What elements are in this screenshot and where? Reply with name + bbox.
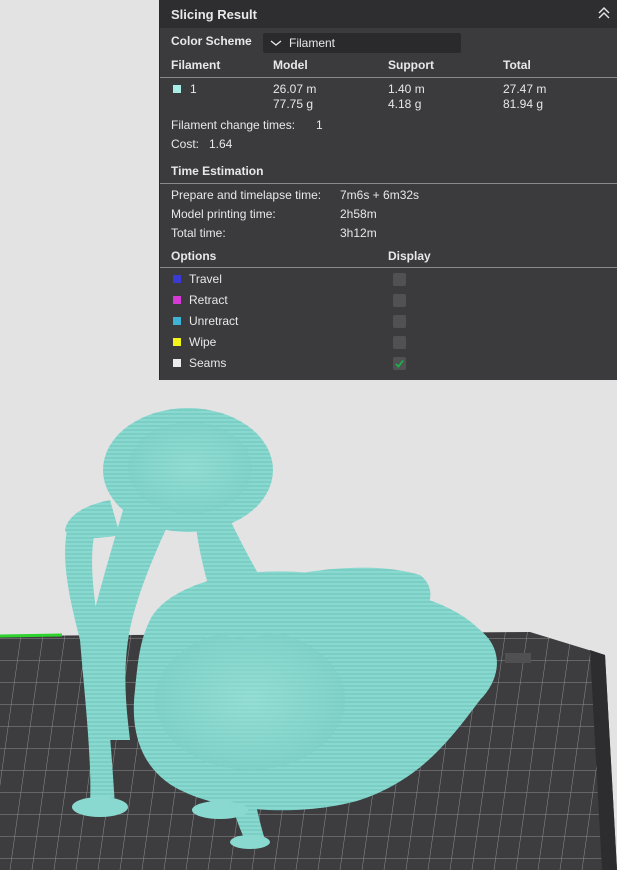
cost-label: Cost: xyxy=(171,137,200,151)
options-divider xyxy=(160,267,617,268)
total-time-value: 3h12m xyxy=(340,226,377,240)
option-label-wipe: Wipe xyxy=(189,335,217,349)
total-weight: 81.94 g xyxy=(503,97,544,111)
color-scheme-value: Filament xyxy=(289,36,336,50)
collapse-icon[interactable] xyxy=(597,6,611,20)
option-label-retract: Retract xyxy=(189,293,228,307)
cost-value: 1.64 xyxy=(209,137,233,151)
option-label-unretract: Unretract xyxy=(189,314,239,328)
time-divider xyxy=(160,183,617,184)
option-color-swatch xyxy=(173,296,181,304)
display-header: Display xyxy=(388,249,431,263)
chevron-down-icon xyxy=(270,40,282,46)
x-axis-line xyxy=(0,633,63,638)
color-scheme-dropdown[interactable]: Filament xyxy=(263,33,461,53)
prepare-time-label: Prepare and timelapse time: xyxy=(171,188,322,202)
option-label-travel: Travel xyxy=(189,272,222,286)
col-header-filament: Filament xyxy=(171,58,221,72)
col-header-total: Total xyxy=(503,58,531,72)
checkmark-icon xyxy=(395,359,404,368)
filament-change-value: 1 xyxy=(316,118,323,132)
option-color-swatch xyxy=(173,317,181,325)
panel-header: Slicing Result xyxy=(160,0,617,28)
display-checkbox-seams[interactable] xyxy=(393,357,406,370)
time-estimation-title: Time Estimation xyxy=(171,164,264,178)
table-divider xyxy=(160,77,617,78)
color-scheme-label: Color Scheme xyxy=(171,34,252,48)
display-checkbox-travel[interactable] xyxy=(393,273,406,286)
support-length: 1.40 m xyxy=(388,82,425,96)
filament-change-label: Filament change times: xyxy=(171,118,296,132)
display-checkbox-retract[interactable] xyxy=(393,294,406,307)
col-header-model: Model xyxy=(273,58,308,72)
model-length: 26.07 m xyxy=(273,82,317,96)
display-checkbox-unretract[interactable] xyxy=(393,315,406,328)
option-label-seams: Seams xyxy=(189,356,227,370)
support-weight: 4.18 g xyxy=(388,97,422,111)
option-color-swatch xyxy=(173,275,181,283)
filament-id: 1 xyxy=(190,82,197,96)
option-color-swatch xyxy=(173,359,181,367)
display-checkbox-wipe[interactable] xyxy=(393,336,406,349)
option-color-swatch xyxy=(173,338,181,346)
col-header-support: Support xyxy=(388,58,434,72)
model-time-value: 2h58m xyxy=(340,207,377,221)
prepare-time-value: 7m6s + 6m32s xyxy=(340,188,420,202)
filament-color-swatch xyxy=(173,85,181,93)
options-header: Options xyxy=(171,249,217,263)
total-time-label: Total time: xyxy=(171,226,226,240)
model-time-label: Model printing time: xyxy=(171,207,276,221)
slicing-result-panel: Slicing Result Color Scheme Filament Fil… xyxy=(159,0,617,380)
panel-title: Slicing Result xyxy=(171,6,257,22)
model-weight: 77.75 g xyxy=(273,97,314,111)
total-length: 27.47 m xyxy=(503,82,547,96)
